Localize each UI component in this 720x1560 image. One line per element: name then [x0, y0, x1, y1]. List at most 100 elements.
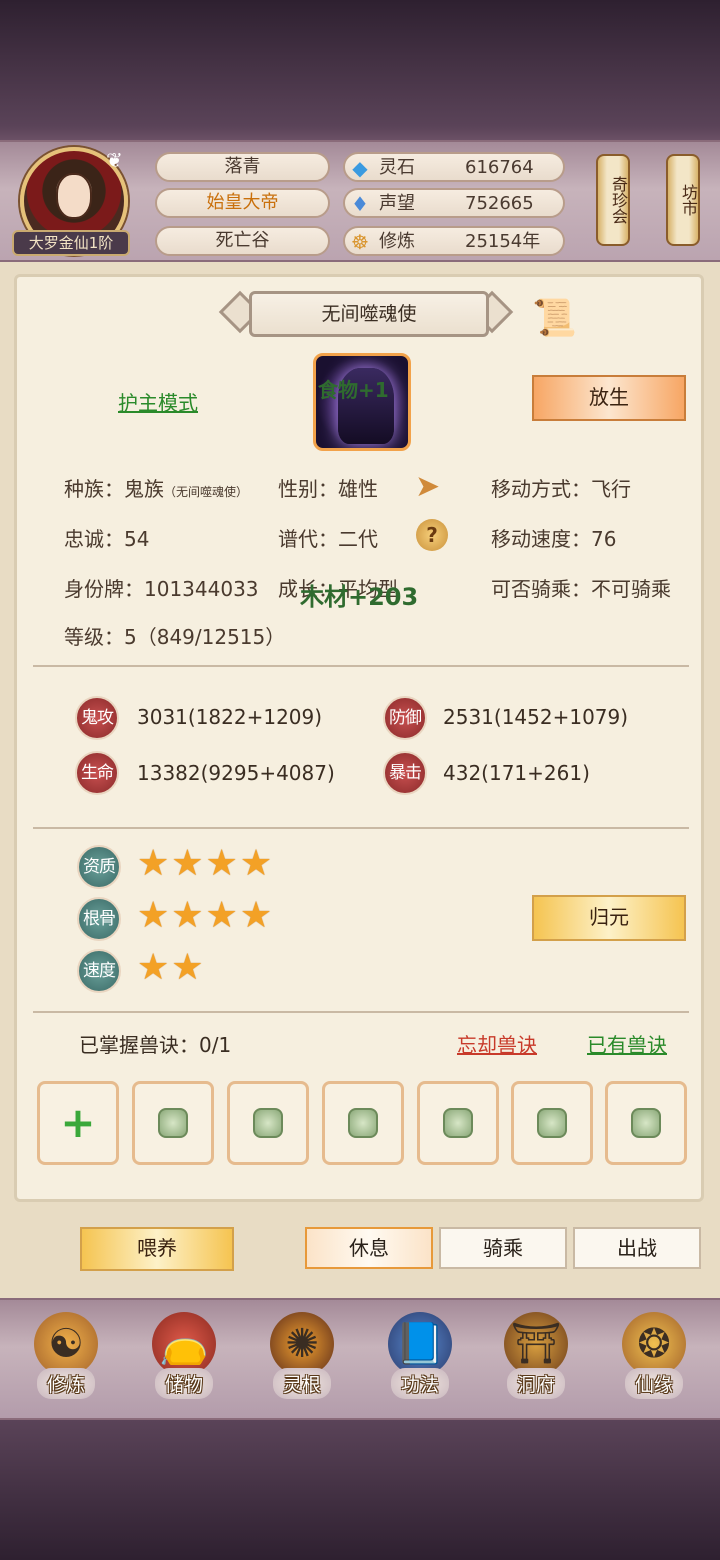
pet-title: 无间噬魂使 [249, 291, 489, 337]
divider [33, 1011, 689, 1013]
lock-icon [537, 1108, 567, 1138]
locked-skill-slot[interactable] [417, 1081, 499, 1165]
health-value: 13382(9295+4087) [137, 761, 335, 785]
level-value: 5（849/12515） [124, 625, 286, 649]
loyalty-value: 54 [124, 527, 150, 551]
nav-cultivate[interactable]: ☯ 修炼 [16, 1312, 116, 1416]
nav-label: 洞府 [506, 1368, 565, 1399]
lock-icon [631, 1108, 661, 1138]
nav-storage[interactable]: 👝 储物 [134, 1312, 234, 1416]
ghost-attack-value: 3031(1822+1209) [137, 705, 323, 729]
locked-skill-slot[interactable] [132, 1081, 214, 1165]
bone-badge: 根骨 [77, 897, 121, 941]
pavilion-icon: ⛩ [504, 1312, 568, 1376]
resource-value: 752665 [465, 193, 534, 214]
resource-name: 声望 [379, 193, 415, 214]
nav-label: 储物 [154, 1368, 213, 1399]
resource-reputation: ♦ 声望 752665 [343, 188, 565, 218]
nav-fate[interactable]: ❂ 仙缘 [604, 1312, 704, 1416]
generation-label: 谱代： [278, 527, 338, 551]
rideable-label: 可否骑乘： [491, 577, 591, 601]
move-mode-value: 飞行 [591, 477, 631, 501]
locked-skill-slot[interactable] [322, 1081, 404, 1165]
release-button[interactable]: 放生 [532, 375, 686, 421]
battle-button[interactable]: 出战 [573, 1227, 701, 1269]
player-location: 死亡谷 [155, 226, 330, 256]
aptitude-stars: ★★★★ [137, 843, 275, 884]
lock-icon [443, 1108, 473, 1138]
treasure-shop-label: 奇珍会 [609, 176, 628, 224]
divider [33, 827, 689, 829]
resource-value: 25154年 [465, 231, 541, 252]
forget-skill-link[interactable]: 忘却兽诀 [457, 1029, 537, 1058]
pet-panel: 无间噬魂使 📜 护主模式 食物+1 放生 种族：鬼族（无间噬魂使） 性别：雄性 … [14, 274, 704, 1202]
resource-name: 灵石 [379, 157, 415, 178]
add-skill-slot[interactable]: + [37, 1081, 119, 1165]
id-value: 101344033 [144, 577, 259, 601]
nav-label: 功法 [390, 1368, 449, 1399]
rename-book-icon[interactable]: 📜 [532, 297, 584, 341]
bottom-background [0, 1420, 720, 1560]
pet-portrait[interactable]: 食物+1 [313, 353, 411, 451]
food-gain-text: 食物+1 [318, 378, 389, 402]
locked-skill-slot[interactable] [227, 1081, 309, 1165]
move-speed-value: 76 [591, 527, 617, 551]
wood-gain-text: 木材+203 [300, 583, 419, 611]
owned-skills-link[interactable]: 已有兽诀 [587, 1029, 667, 1058]
locked-skill-slot[interactable] [605, 1081, 687, 1165]
lock-icon [348, 1108, 378, 1138]
critical-badge: 暴击 [383, 751, 427, 795]
market-label: 坊市 [679, 184, 698, 216]
resource-spirit-stone: ◆ 灵石 616764 [343, 152, 565, 182]
player-title[interactable]: 始皇大帝 [155, 188, 330, 218]
bone-stars: ★★★★ [137, 895, 275, 936]
resource-value: 616764 [465, 157, 534, 178]
nav-spirit-root[interactable]: ✺ 灵根 [252, 1312, 352, 1416]
crystal-icon: ◆ [352, 156, 368, 180]
nav-technique[interactable]: 📘 功法 [370, 1312, 470, 1416]
feed-button[interactable]: 喂养 [80, 1227, 234, 1271]
race-value: 鬼族 [124, 477, 164, 501]
top-background [0, 0, 720, 140]
id-row: 身份牌：101344033 [64, 573, 259, 602]
race-label: 种族： [64, 477, 124, 501]
rank-badge: 大罗金仙1阶 [12, 230, 130, 256]
health-badge: 生命 [75, 751, 119, 795]
defense-badge: 防御 [383, 696, 427, 740]
critical-value: 432(171+261) [443, 761, 590, 785]
loyalty-label: 忠诚： [64, 527, 124, 551]
player-name: 落青 [155, 152, 330, 182]
help-icon[interactable]: ? [416, 519, 448, 551]
aptitude-badge: 资质 [77, 845, 121, 889]
ride-button[interactable]: 骑乘 [439, 1227, 567, 1269]
avatar-face [56, 173, 92, 219]
player-header: ❦ 大罗金仙1阶 落青 始皇大帝 死亡谷 ◆ 灵石 616764 ♦ 声望 75… [0, 140, 720, 262]
rest-button[interactable]: 休息 [305, 1227, 433, 1269]
locked-skill-slot[interactable] [511, 1081, 593, 1165]
speed-stars: ★★ [137, 947, 206, 988]
rideable-row: 可否骑乘：不可骑乘 [491, 573, 671, 602]
divider [33, 665, 689, 667]
market-button[interactable]: 坊市 [666, 154, 700, 246]
spirit-root-icon: ✺ [270, 1312, 334, 1376]
nav-label: 修炼 [36, 1368, 95, 1399]
meditation-icon: ☸ [351, 230, 369, 254]
loyalty-row: 忠诚：54 [64, 523, 149, 552]
treasure-shop-button[interactable]: 奇珍会 [596, 154, 630, 246]
lock-icon [253, 1108, 283, 1138]
defense-value: 2531(1452+1079) [443, 705, 629, 729]
butterfly-icon: ❦ [106, 148, 123, 172]
id-label: 身份牌： [64, 577, 144, 601]
race-row: 种族：鬼族（无间噬魂使） [64, 473, 248, 502]
monk-icon: ☯ [34, 1312, 98, 1376]
restore-button[interactable]: 归元 [532, 895, 686, 941]
level-row: 等级：5（849/12515） [64, 621, 285, 650]
guard-mode-link[interactable]: 护主模式 [118, 387, 198, 416]
move-mode-label: 移动方式： [491, 477, 591, 501]
move-mode-row: 移动方式：飞行 [491, 473, 631, 502]
nav-label: 仙缘 [624, 1368, 683, 1399]
nav-cave[interactable]: ⛩ 洞府 [486, 1312, 586, 1416]
arrow-right-icon[interactable]: ➤ [415, 469, 440, 504]
bottom-nav: ☯ 修炼 👝 储物 ✺ 灵根 📘 功法 ⛩ 洞府 ❂ 仙缘 [0, 1298, 720, 1420]
resource-cultivation: ☸ 修炼 25154年 [343, 226, 565, 256]
